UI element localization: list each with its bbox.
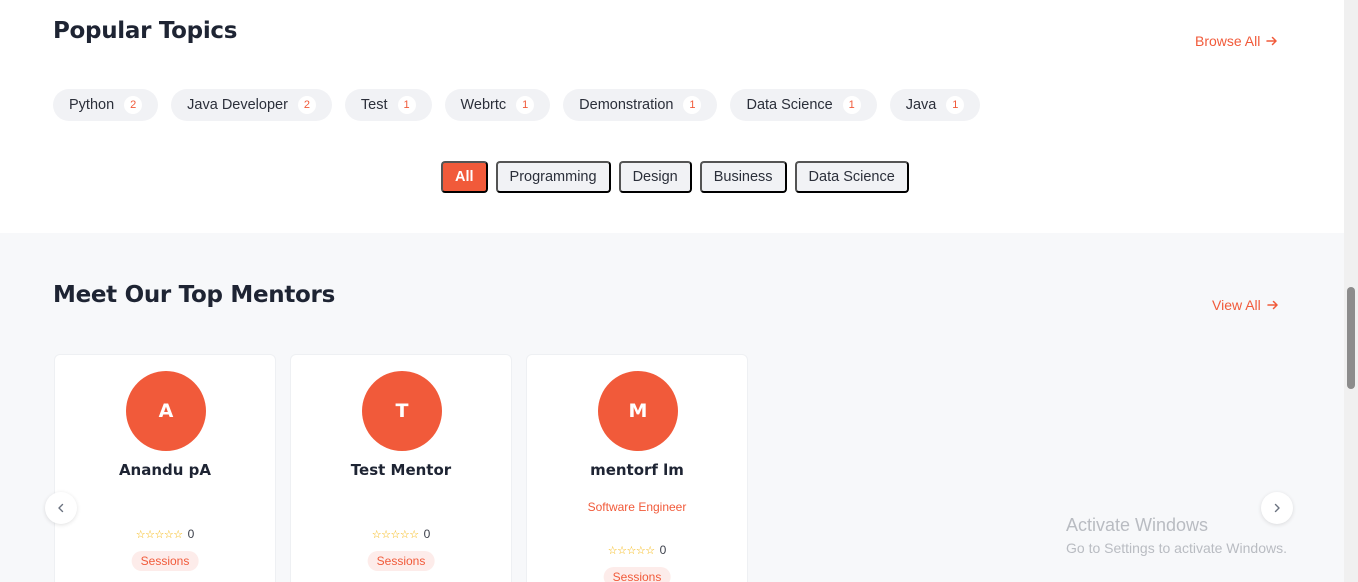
topic-chip-count: 1 [842,96,861,114]
watermark-subtitle: Go to Settings to activate Windows. [1066,540,1287,556]
page: Popular Topics Browse All Python 2 Java … [0,0,1358,582]
view-all-link[interactable]: View All [1212,297,1279,313]
topic-chip-label: Test [360,97,388,113]
mentor-name: Anandu pA [118,461,212,479]
topic-chip-java-developer[interactable]: Java Developer 2 [171,89,332,121]
filter-tab-data-science[interactable]: Data Science [794,161,909,193]
category-filter-tabs: All Programming Design Business Data Sci… [441,161,909,193]
topic-chip-count: 1 [683,96,702,114]
filter-tab-business[interactable]: Business [699,161,787,193]
mentor-card[interactable]: T Test Mentor ☆☆☆☆☆ 0 Sessions [290,354,512,582]
mentor-card[interactable]: A Anandu pA ☆☆☆☆☆ 0 Sessions [54,354,276,582]
topic-chip-java[interactable]: Java 1 [889,89,981,121]
arrow-right-icon [1266,36,1278,46]
sessions-badge: Sessions [603,567,671,582]
topic-chip-label: Java Developer [187,97,288,113]
topic-chip-count: 1 [397,96,416,114]
sessions-badge: Sessions [131,551,199,571]
star-rating-icon: ☆☆☆☆☆ [135,528,183,541]
mentor-name: Test Mentor [350,461,452,479]
top-mentors-title: Meet Our Top Mentors [53,282,335,308]
topic-chip-demonstration[interactable]: Demonstration 1 [563,89,718,121]
mentor-rating: ☆☆☆☆☆ 0 [55,527,275,541]
rating-value: 0 [187,527,195,541]
topic-chip-label: Data Science [746,97,833,113]
filter-tab-programming[interactable]: Programming [495,161,611,193]
topic-chip-data-science[interactable]: Data Science 1 [730,89,877,121]
browse-all-link[interactable]: Browse All [1195,33,1278,49]
carousel-prev-button[interactable] [45,492,77,524]
rating-value: 0 [659,543,667,557]
arrow-right-icon [1267,300,1278,310]
popular-topics-section: Popular Topics Browse All Python 2 Java … [0,0,1344,233]
mentor-rating: ☆☆☆☆☆ 0 [291,527,511,541]
rating-value: 0 [423,527,431,541]
vertical-scrollbar[interactable] [1344,0,1358,582]
watermark-title: Activate Windows [1066,515,1209,535]
topic-chip-count: 2 [124,96,143,114]
topic-chip-python[interactable]: Python 2 [53,89,159,121]
avatar: A [126,371,206,451]
sessions-badge: Sessions [367,551,435,571]
filter-tab-all[interactable]: All [441,161,488,193]
mentor-role: Software Engineer [587,500,687,514]
star-rating-icon: ☆☆☆☆☆ [371,528,419,541]
mentor-card[interactable]: M mentorf lm Software Engineer ☆☆☆☆☆ 0 S… [526,354,748,582]
topic-chip-label: Java [905,97,937,113]
topic-chip-label: Demonstration [579,97,674,113]
mentor-rating: ☆☆☆☆☆ 0 [527,543,747,557]
scrollbar-thumb[interactable] [1347,287,1355,389]
topic-chip-webrtc[interactable]: Webrtc 1 [444,89,551,121]
topic-chip-count: 1 [946,96,965,114]
activate-windows-watermark: Activate Windows Go to Settings to activ… [1066,515,1287,556]
topic-chip-count: 1 [516,96,535,114]
chevron-right-icon [1274,503,1280,513]
avatar: M [598,371,678,451]
topic-chip-test[interactable]: Test 1 [344,89,432,121]
topic-chip-label: Python [69,97,115,113]
popular-topics-title: Popular Topics [53,18,238,44]
topic-chip-count: 2 [297,96,316,114]
topic-chip-label: Webrtc [460,97,507,113]
view-all-label: View All [1212,297,1261,313]
mentor-name: mentorf lm [590,461,684,479]
browse-all-label: Browse All [1195,33,1261,49]
avatar: T [362,371,442,451]
star-rating-icon: ☆☆☆☆☆ [607,544,655,557]
topic-chip-list: Python 2 Java Developer 2 Test 1 Webrtc … [53,89,981,121]
chevron-left-icon [58,503,64,513]
filter-tab-design[interactable]: Design [618,161,692,193]
